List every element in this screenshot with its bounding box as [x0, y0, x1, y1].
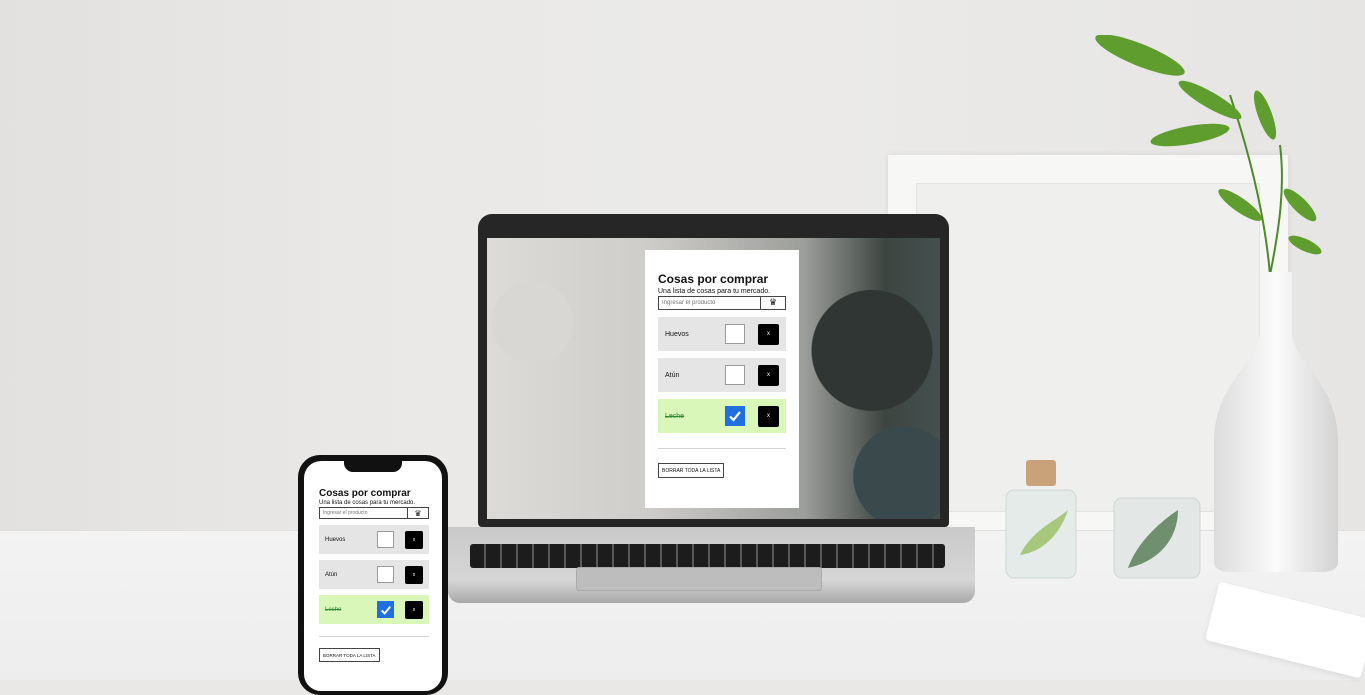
item-label: Huevos: [665, 330, 689, 338]
delete-item-button[interactable]: x: [405, 600, 423, 619]
basket-icon: ♛: [414, 508, 422, 518]
list-item: Leche x: [319, 595, 429, 624]
delete-item-button[interactable]: x: [758, 405, 779, 427]
laptop-keyboard: [470, 544, 945, 568]
list-item: Atún x: [319, 560, 429, 589]
divider: [319, 636, 429, 637]
shopping-list-app-phone: Cosas por comprar Una lista de cosas par…: [312, 486, 436, 679]
add-item-row: ♛: [658, 296, 786, 310]
product-input[interactable]: [658, 296, 761, 310]
vase-image: [1214, 272, 1338, 572]
item-label: Huevos: [325, 536, 346, 543]
item-label: Atún: [665, 371, 680, 379]
item-checkbox[interactable]: [377, 566, 394, 583]
divider: [658, 448, 786, 449]
item-list: Huevos x Atún x Leche x: [319, 525, 429, 624]
checkmark-icon: [380, 605, 391, 615]
shopping-list-app-laptop: Cosas por comprar Una lista de cosas par…: [645, 250, 799, 508]
delete-item-button[interactable]: x: [405, 565, 423, 584]
item-checkbox[interactable]: [725, 324, 745, 344]
clear-list-button[interactable]: BORRAR TODA LA LISTA: [319, 648, 380, 662]
list-item: Leche x: [658, 399, 786, 433]
glass-jar-image: [1113, 497, 1201, 579]
phone-notch: [344, 459, 402, 472]
add-item-button[interactable]: ♛: [761, 296, 786, 310]
add-item-row: ♛: [319, 507, 429, 519]
item-list: Huevos x Atún x Leche x: [658, 317, 786, 433]
list-item: Huevos x: [658, 317, 786, 351]
item-label: Leche: [325, 606, 342, 613]
add-item-button[interactable]: ♛: [408, 507, 429, 519]
app-subtitle: Una lista de cosas para tu mercado.: [319, 500, 416, 506]
list-item: Huevos x: [319, 525, 429, 554]
item-label: Atún: [325, 571, 338, 578]
clear-list-button[interactable]: BORRAR TODA LA LISTA: [658, 463, 725, 478]
product-input[interactable]: [319, 507, 408, 519]
checkmark-icon: [729, 411, 741, 422]
app-subtitle: Una lista de cosas para tu mercado.: [658, 288, 771, 295]
app-title: Cosas por comprar: [319, 488, 411, 499]
item-checkbox[interactable]: [725, 365, 745, 385]
item-checkbox[interactable]: [377, 531, 394, 548]
list-item: Atún x: [658, 358, 786, 392]
delete-item-button[interactable]: x: [758, 323, 779, 345]
laptop-trackpad: [576, 567, 822, 591]
item-checkbox[interactable]: [725, 406, 745, 426]
glass-jar-image: [1005, 460, 1077, 579]
app-title: Cosas por comprar: [658, 272, 769, 286]
basket-icon: ♛: [768, 298, 778, 308]
delete-item-button[interactable]: x: [405, 530, 423, 549]
plant-image: [1095, 35, 1322, 276]
item-label: Leche: [665, 412, 685, 420]
delete-item-button[interactable]: x: [758, 364, 779, 386]
item-checkbox[interactable]: [377, 601, 394, 618]
